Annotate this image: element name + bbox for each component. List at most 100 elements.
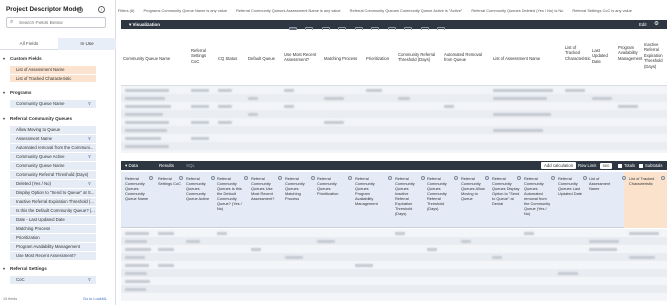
data-column-header[interactable]: Referral Community Queues Program Availa… (355, 176, 383, 206)
field-item[interactable]: Program Availability Management (10, 243, 96, 251)
field-item[interactable]: Community Queue Name (10, 162, 96, 170)
add-calculation-button[interactable]: Add calculation (541, 162, 577, 169)
gear-icon[interactable] (583, 176, 587, 180)
filter-icon[interactable]: ⊽ (88, 180, 91, 188)
gear-icon[interactable] (421, 176, 425, 180)
data-column-header[interactable]: Referral Community Queues Allow Moving t… (461, 176, 489, 201)
data-column-header[interactable]: Referral Community Queues Matching Proce… (285, 176, 313, 201)
filter-icon[interactable]: ⊽ (88, 100, 91, 108)
gear-icon[interactable] (551, 176, 555, 180)
viz-column-header[interactable]: Community Referral Threshold (Days) (398, 52, 442, 63)
field-item[interactable]: Prioritization (10, 234, 96, 242)
viz-column-header[interactable]: Default Queue (248, 56, 278, 61)
field-item[interactable]: List of Tracked Characteristic (10, 74, 96, 82)
sql-tab[interactable]: SQL (186, 161, 195, 170)
data-column-header[interactable]: Referral Community Queues Is this the De… (217, 176, 245, 211)
viz-column-header[interactable]: Referral Settings CoC (191, 48, 213, 64)
filters-toggle[interactable]: Filters (6) (118, 8, 134, 13)
viz-column-header[interactable]: Matching Process (324, 56, 364, 61)
data-column-header[interactable]: Referral Community Queues Community Queu… (186, 176, 214, 201)
gear-icon[interactable] (661, 176, 665, 180)
chevron-down-icon: ▾ (3, 56, 6, 61)
viz-edit-button[interactable]: Edit (639, 20, 647, 29)
gear-icon[interactable] (454, 176, 458, 180)
filter-icon[interactable]: ⊽ (88, 135, 91, 143)
viz-column-header[interactable]: Inactive Referral Expiration Threshold (… (644, 42, 666, 69)
data-column-header[interactable]: List of Tracked Characteristic (629, 176, 663, 186)
data-column-header[interactable]: Referral Community Queues Display Option… (492, 176, 520, 206)
viz-column-header[interactable]: Use Most Recent Assessment? (284, 52, 320, 63)
field-item[interactable]: Date - Last Updated Date (10, 216, 96, 224)
data-column-header[interactable]: Referral Community Queues Last Updated D… (558, 176, 586, 196)
viz-column-header[interactable]: Community Queue Name (123, 56, 187, 61)
field-search[interactable]: ⌕ (6, 17, 106, 28)
viz-column-header[interactable]: CQ Status (218, 56, 246, 61)
data-column-header[interactable]: Referral Community Queues Inactive Refer… (395, 176, 423, 216)
totals-checkbox[interactable] (618, 164, 622, 168)
viz-column-header[interactable]: Last Updated Date (592, 48, 616, 64)
gear-icon[interactable]: ⚙ (654, 20, 659, 29)
gear-icon[interactable] (149, 176, 153, 180)
section-referral-settings[interactable]: ▾ Referral Settings (0, 265, 116, 273)
section-referral-community-queues[interactable]: ▾ Referral Community Queues (0, 115, 116, 123)
field-item[interactable]: Is this the Default Community Queue? (..… (10, 207, 96, 215)
results-tab[interactable]: Results (159, 161, 174, 170)
field-item[interactable]: Community Queue Name (10, 100, 96, 108)
field-item[interactable]: CoC (10, 276, 96, 284)
field-item[interactable]: Use Most Recent Assessment? (10, 252, 96, 260)
gear-icon[interactable] (278, 176, 282, 180)
visualization-bar[interactable]: ▾ Visualization Edit ⚙ (121, 20, 667, 34)
data-column-header[interactable]: Referral Community Queues Use Most Recen… (251, 176, 279, 201)
viz-column-header[interactable]: Prioritization (366, 56, 396, 61)
visualization-label[interactable]: ▾ Visualization (129, 20, 160, 29)
gear-icon[interactable] (517, 176, 521, 180)
viz-column-header[interactable]: List of Tracked Characteristic (565, 45, 591, 61)
lookml-link[interactable]: Go to LookML (83, 297, 107, 301)
tab-in-use[interactable]: In Use (58, 38, 116, 50)
field-item[interactable]: Display Option to "Send to Queue" at S..… (10, 189, 96, 197)
data-tab[interactable]: ▾ Data (125, 161, 138, 170)
field-item[interactable]: Allow Moving to Queue (10, 126, 96, 134)
field-picker-panel: Project Descriptor Model i ‹ ⌕ All Field… (0, 0, 116, 305)
filter-icon[interactable]: ⊽ (88, 276, 91, 284)
data-column-header[interactable]: Referral Community Queues Prioritization (317, 176, 345, 196)
section-custom-fields[interactable]: ▾ Custom Fields (0, 55, 116, 63)
data-bar[interactable]: ▾ Data Results SQL Add calculation Row L… (121, 161, 667, 170)
tab-all-fields[interactable]: All Fields (0, 38, 58, 50)
viz-column-header[interactable]: Automated Removal from Queue (444, 52, 488, 63)
field-tabs: All Fields In Use (0, 38, 116, 50)
field-item[interactable]: Inactive Referral Expiration Threshold (… (10, 198, 96, 206)
data-column-header[interactable]: Referral Community Queues Automated remo… (524, 176, 552, 216)
gear-icon[interactable] (485, 176, 489, 180)
collapse-panel-icon[interactable]: ‹ (98, 6, 105, 13)
field-item[interactable]: Matching Process (10, 225, 96, 233)
gear-icon[interactable] (179, 176, 183, 180)
data-column-header[interactable]: Referral Community Queues Community Refe… (427, 176, 455, 211)
row-limit-input[interactable]: 500 (600, 162, 612, 169)
field-item[interactable]: Community Referral Threshold (Days) (10, 171, 96, 179)
field-item[interactable]: List of Assessment Name (10, 66, 96, 74)
gear-icon[interactable] (348, 176, 352, 180)
subtotals-checkbox[interactable] (639, 164, 643, 168)
filter-chip: Referral Community Queues Community Queu… (349, 8, 463, 13)
field-item[interactable]: Deleted (Yes / No) (10, 180, 96, 188)
chevron-down-icon: ▾ (3, 266, 6, 271)
data-column-header[interactable]: Referral Community Queues Community Queu… (125, 176, 153, 201)
section-programs[interactable]: ▾ Programs (0, 89, 116, 97)
gear-icon[interactable] (622, 176, 626, 180)
gear-icon[interactable] (211, 176, 215, 180)
gear-icon[interactable] (388, 176, 392, 180)
filters-summary[interactable]: Filters (6) Programs Community Queue Nam… (118, 6, 670, 15)
info-icon[interactable]: i (77, 7, 83, 13)
viz-column-header[interactable]: Program Availability Management (618, 45, 642, 61)
field-search-input[interactable] (19, 20, 103, 27)
viz-column-header[interactable]: List of Assessment Name (493, 56, 541, 61)
data-table-header: Referral Community Queues Community Queu… (121, 172, 667, 228)
filter-icon[interactable]: ⊽ (88, 153, 91, 161)
gear-icon[interactable] (311, 176, 315, 180)
field-item[interactable]: Automated removal from the Communi... (10, 144, 96, 152)
data-column-header[interactable]: List of Assessment Name (589, 176, 617, 191)
field-item[interactable]: Assessment Name (10, 135, 96, 143)
gear-icon[interactable] (244, 176, 248, 180)
field-item[interactable]: Community Queue Active (10, 153, 96, 161)
